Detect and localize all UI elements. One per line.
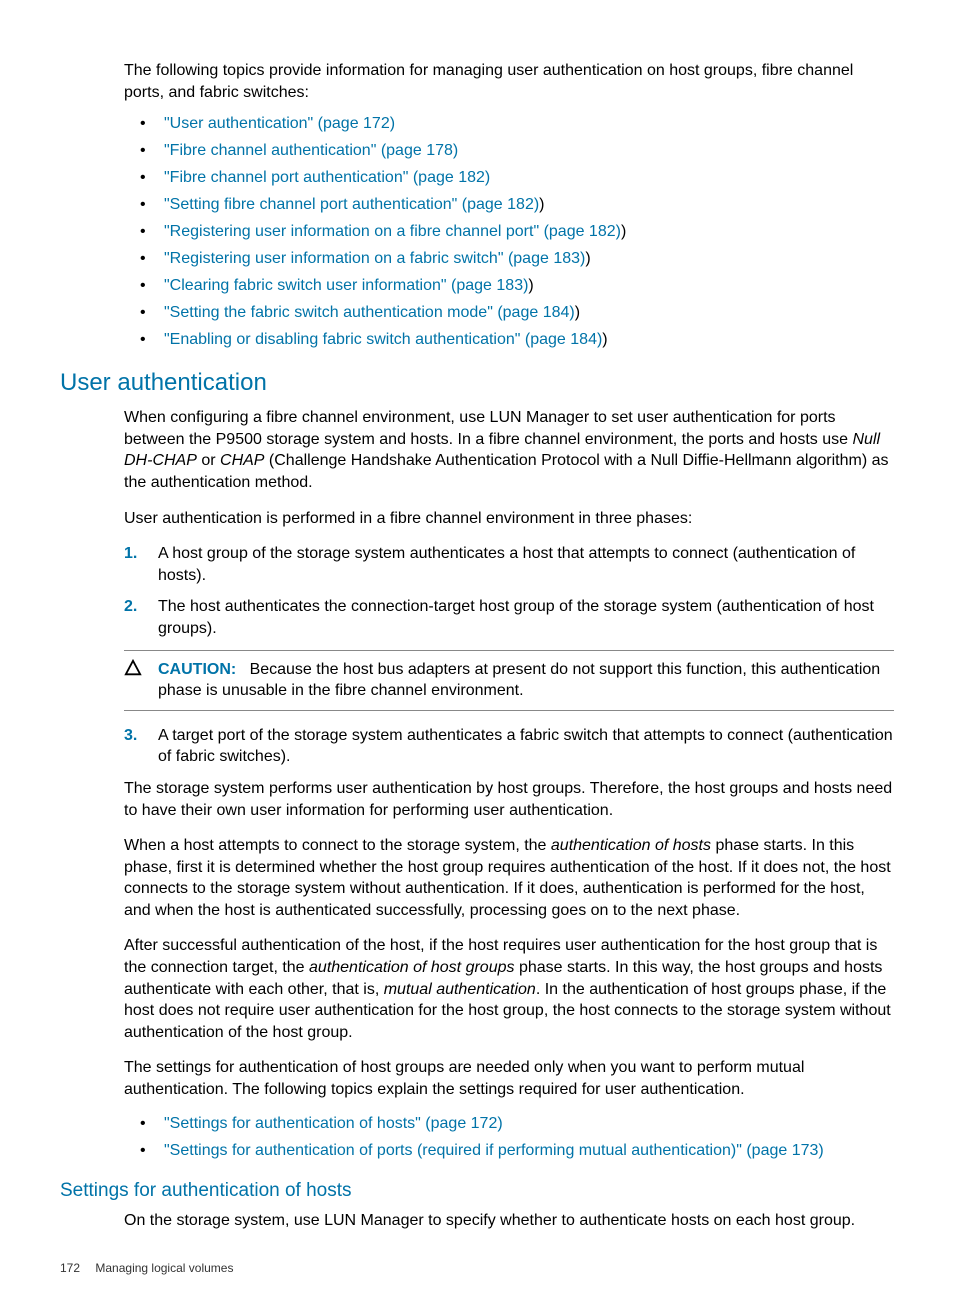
topic-link[interactable]: "Fibre channel authentication" (page 178… [164, 142, 458, 159]
text: or [197, 452, 220, 469]
document-page: The following topics provide information… [0, 0, 954, 1305]
trailing-text: ) [575, 304, 580, 321]
step-number: 2. [124, 596, 137, 618]
caution-callout: CAUTION: Because the host bus adapters a… [124, 650, 894, 711]
caution-text: Because the host bus adapters at present… [158, 661, 880, 700]
page-footer: 172 Managing logical volumes [60, 1261, 894, 1275]
paragraph: User authentication is performed in a fi… [124, 508, 894, 530]
topic-link[interactable]: "Registering user information on a fabri… [164, 250, 585, 267]
step-number: 1. [124, 543, 137, 565]
topic-link[interactable]: "Registering user information on a fibre… [164, 223, 621, 240]
paragraph: When a host attempts to connect to the s… [124, 835, 894, 921]
topic-link[interactable]: "Settings for authentication of hosts" (… [164, 1115, 503, 1132]
topic-link[interactable]: "Clearing fabric switch user information… [164, 277, 528, 294]
list-item: 1. A host group of the storage system aut… [124, 543, 894, 586]
trailing-text: ) [621, 223, 626, 240]
trailing-text: ) [528, 277, 533, 294]
step-text: The host authenticates the connection-ta… [158, 598, 874, 637]
list-item: 2. The host authenticates the connection-… [124, 596, 894, 639]
paragraph: When configuring a fibre channel environ… [124, 407, 894, 493]
list-item: "Setting fibre channel port authenticati… [140, 196, 894, 214]
trailing-text: ) [602, 331, 607, 348]
step-text: A target port of the storage system auth… [158, 727, 893, 766]
list-item: "Fibre channel port authentication" (pag… [140, 169, 894, 187]
list-item: "Settings for authentication of hosts" (… [140, 1115, 894, 1133]
topic-link[interactable]: "User authentication" (page 172) [164, 115, 395, 132]
list-item: "Registering user information on a fabri… [140, 250, 894, 268]
list-item: "Registering user information on a fibre… [140, 223, 894, 241]
section-body: When configuring a fibre channel environ… [124, 407, 894, 1159]
topic-link[interactable]: "Fibre channel port authentication" (pag… [164, 169, 490, 186]
trailing-text: ) [585, 250, 590, 267]
topic-link[interactable]: "Enabling or disabling fabric switch aut… [164, 331, 602, 348]
intro-paragraph: The following topics provide information… [124, 60, 894, 103]
subsection-body: On the storage system, use LUN Manager t… [124, 1210, 894, 1232]
list-item: "Setting the fabric switch authenticatio… [140, 304, 894, 322]
trailing-text: ) [539, 196, 544, 213]
text: When configuring a fibre channel environ… [124, 409, 852, 448]
ordered-list-phases-cont: 3. A target port of the storage system au… [124, 725, 894, 768]
list-item: 3. A target port of the storage system au… [124, 725, 894, 768]
topic-link-list: "User authentication" (page 172) "Fibre … [140, 115, 894, 349]
caution-label: CAUTION: [158, 661, 236, 678]
emphasis: mutual authentication [384, 981, 536, 998]
step-number: 3. [124, 725, 137, 747]
list-item: "Settings for authentication of ports (r… [140, 1142, 894, 1160]
sub-link-list: "Settings for authentication of hosts" (… [140, 1115, 894, 1160]
ordered-list-phases: 1. A host group of the storage system aut… [124, 543, 894, 639]
list-item: "User authentication" (page 172) [140, 115, 894, 133]
page-number: 172 [60, 1261, 80, 1275]
emphasis: authentication of hosts [551, 837, 711, 854]
list-item: "Enabling or disabling fabric switch aut… [140, 331, 894, 349]
topic-link[interactable]: "Settings for authentication of ports (r… [164, 1142, 824, 1159]
paragraph: On the storage system, use LUN Manager t… [124, 1210, 894, 1232]
paragraph: The settings for authentication of host … [124, 1057, 894, 1100]
list-item: "Clearing fabric switch user information… [140, 277, 894, 295]
caution-icon [124, 659, 142, 677]
paragraph: The storage system performs user authent… [124, 778, 894, 821]
text: When a host attempts to connect to the s… [124, 837, 551, 854]
step-text: A host group of the storage system authe… [158, 545, 855, 584]
list-item: "Fibre channel authentication" (page 178… [140, 142, 894, 160]
footer-title: Managing logical volumes [95, 1261, 233, 1275]
section-heading-user-authentication: User authentication [60, 369, 894, 397]
emphasis: authentication of host groups [309, 959, 514, 976]
emphasis: CHAP [220, 452, 264, 469]
topic-link[interactable]: "Setting the fabric switch authenticatio… [164, 304, 575, 321]
paragraph: After successful authentication of the h… [124, 935, 894, 1043]
topic-link[interactable]: "Setting fibre channel port authenticati… [164, 196, 539, 213]
subsection-heading-settings-hosts: Settings for authentication of hosts [60, 1180, 894, 1202]
